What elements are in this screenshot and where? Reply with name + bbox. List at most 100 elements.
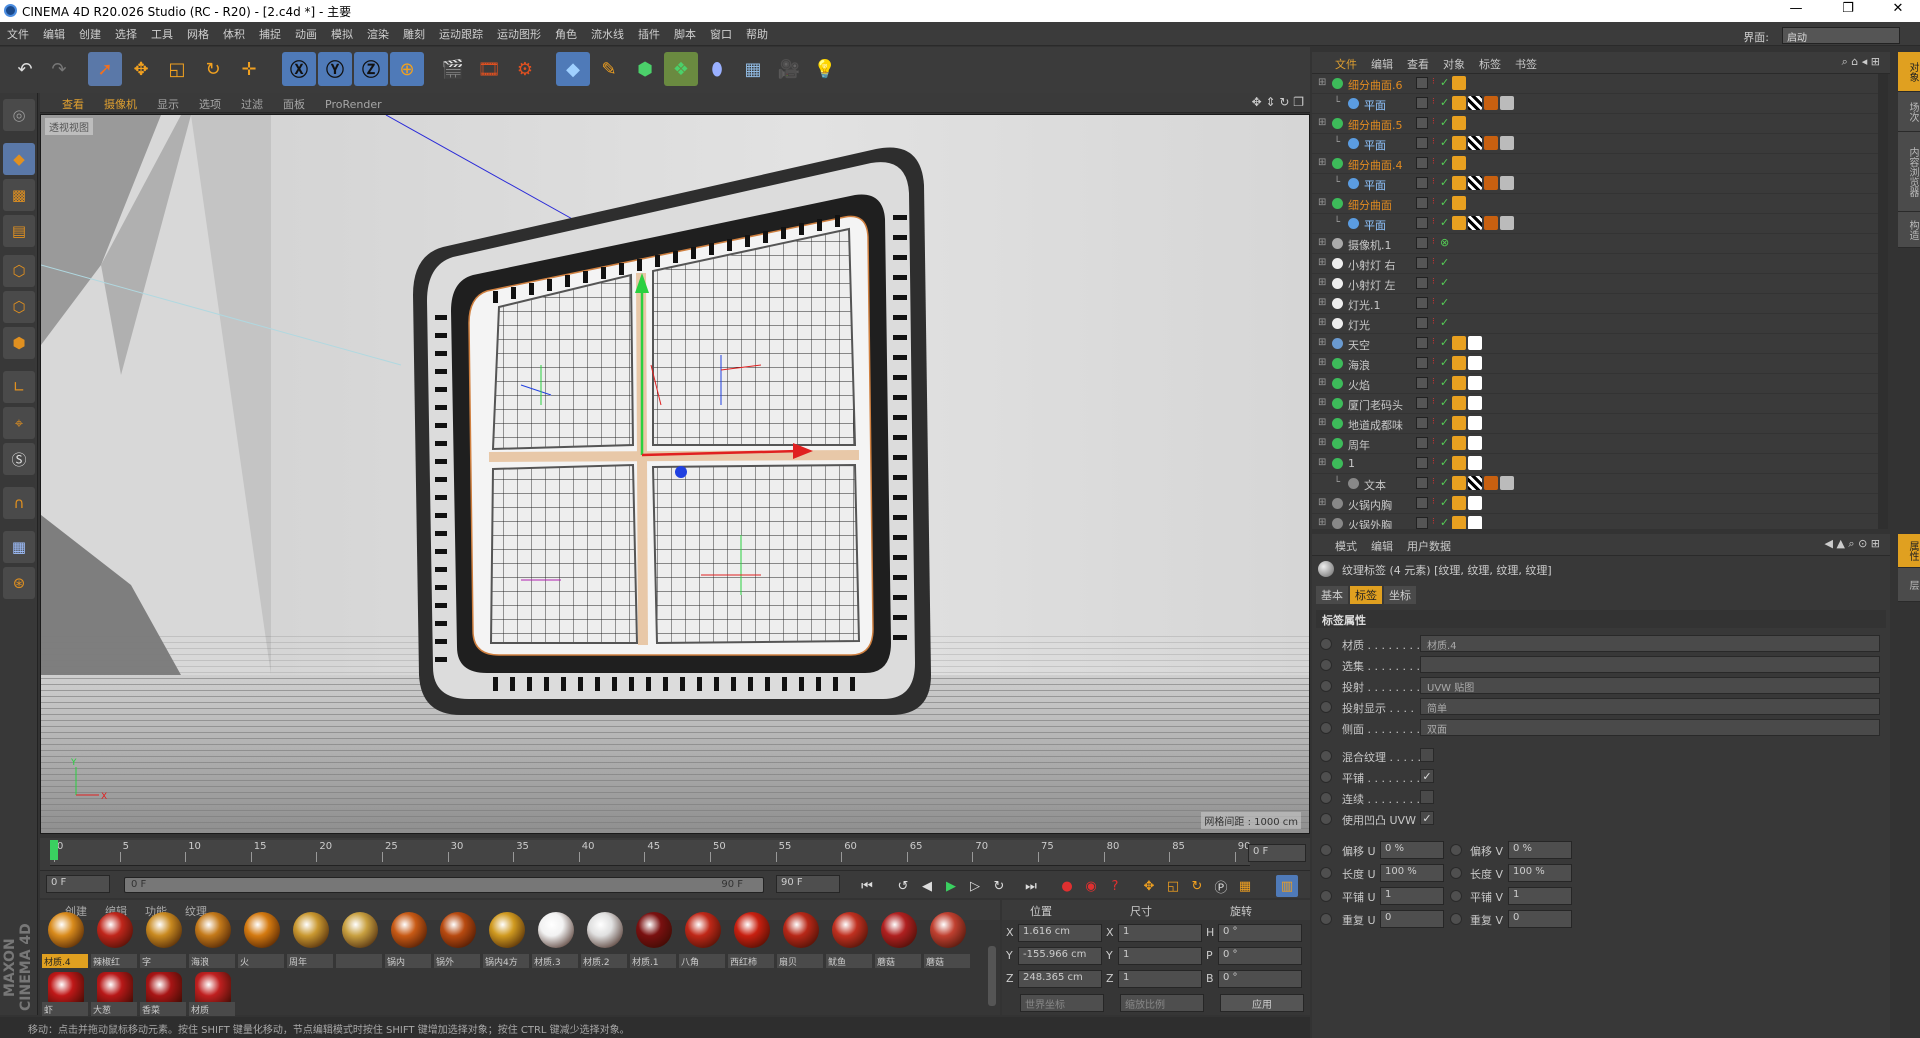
tag-icon[interactable] [1452,436,1466,450]
attribute-checkbox[interactable]: ✓ [1420,769,1434,783]
position-field[interactable]: -155.966 cm [1018,947,1102,965]
snap-icon[interactable]: Ⓢ [3,443,35,475]
object-menu-item[interactable]: 查看 [1400,52,1436,72]
visibility-switch-icon[interactable] [1416,97,1428,109]
uv-value-field[interactable]: 1 [1508,887,1572,905]
tag-icon[interactable] [1452,156,1466,170]
object-row[interactable]: └ 平面 ⁝ ✓ [1312,174,1878,194]
move-tool-icon[interactable]: ✥ [124,52,158,86]
record-parameter-icon[interactable]: Ⓟ [1210,875,1232,897]
object-row[interactable]: ⊞ 小射灯 左 ⁝ ✓ [1312,274,1878,294]
object-row[interactable]: ⊞ 厦门老码头 ⁝ ✓ [1312,394,1878,414]
close-button[interactable]: ✕ [1878,1,1918,16]
rotation-field[interactable]: 0 ° [1218,947,1302,965]
tag-icon[interactable] [1468,216,1482,230]
render-dots-icon[interactable]: ⁝ [1432,257,1435,267]
z-axis-lock-icon[interactable]: Ⓩ [354,52,388,86]
attribute-value-field[interactable]: 双面 [1420,719,1880,736]
animate-radio-icon[interactable] [1320,792,1332,804]
record-scale-icon[interactable]: ◱ [1162,875,1184,897]
viewport-menu-item[interactable]: ProRender [315,95,392,111]
tag-icon[interactable] [1452,336,1466,350]
tag-icon[interactable] [1468,176,1482,190]
perspective-viewport[interactable]: Y X 透视视图 网格间距 : 1000 cm [40,114,1310,834]
animate-radio-icon[interactable] [1320,771,1332,783]
enable-check-icon[interactable]: ⊗ [1440,236,1449,249]
cube-object-icon[interactable]: ◆ [556,52,590,86]
visibility-switch-icon[interactable] [1416,277,1428,289]
tag-icon[interactable] [1484,176,1498,190]
enable-check-icon[interactable]: ✓ [1440,456,1449,469]
visibility-switch-icon[interactable] [1416,417,1428,429]
enable-check-icon[interactable]: ✓ [1440,256,1449,269]
tag-icon[interactable] [1468,516,1482,529]
uv-value-field[interactable]: 100 % [1380,864,1444,882]
object-manager-icons[interactable]: ⌕ ⌂ ◂ ⊞ [1842,55,1880,69]
tag-icon[interactable] [1452,516,1466,529]
tag-icon[interactable] [1452,356,1466,370]
material-swatch[interactable]: 锅内4方 [483,912,529,968]
pen-spline-icon[interactable]: ✎ [592,52,626,86]
expand-toggle-icon[interactable]: ⊞ [1318,197,1326,208]
enable-check-icon[interactable]: ✓ [1440,476,1449,489]
tag-icon[interactable] [1468,456,1482,470]
enable-check-icon[interactable]: ✓ [1440,496,1449,509]
object-name[interactable]: 小射灯 左 [1348,277,1396,293]
polygons-mode-icon[interactable]: ⬢ [3,327,35,359]
material-swatch[interactable]: 材质.4 [42,912,88,968]
menu-item[interactable]: 网格 [180,22,216,42]
object-name[interactable]: 细分曲面.6 [1348,77,1403,93]
object-name[interactable]: 灯光 [1348,317,1370,333]
material-swatch[interactable]: 火 [238,912,284,968]
render-dots-icon[interactable]: ⁝ [1432,217,1435,227]
tag-icon[interactable] [1468,336,1482,350]
render-dots-icon[interactable]: ⁝ [1432,197,1435,207]
current-frame-field[interactable]: 0 F [1248,844,1306,862]
expand-toggle-icon[interactable]: ⊞ [1318,497,1326,508]
object-name[interactable]: 细分曲面 [1348,197,1392,213]
material-swatch[interactable]: 材质.2 [581,912,627,968]
interface-layout-select[interactable]: 启动 [1782,26,1900,44]
object-menu-item[interactable]: 标签 [1472,52,1508,72]
object-name[interactable]: 地道成都味 [1348,417,1403,433]
expand-toggle-icon[interactable]: ⊞ [1318,117,1326,128]
object-name[interactable]: 1 [1348,457,1355,470]
expand-toggle-icon[interactable]: ⊞ [1318,357,1326,368]
animate-radio-icon[interactable] [1320,701,1332,713]
material-swatch[interactable]: 锅外 [434,912,480,968]
attribute-value-field[interactable] [1420,656,1880,673]
visibility-switch-icon[interactable] [1416,397,1428,409]
y-axis-lock-icon[interactable]: Ⓨ [318,52,352,86]
object-row[interactable]: ⊞ 细分曲面 ⁝ ✓ [1312,194,1878,214]
attribute-tab[interactable]: 坐标 [1384,586,1416,604]
record-rotation-icon[interactable]: ↻ [1186,875,1208,897]
floor-environment-icon[interactable]: ▦ [736,52,770,86]
expand-toggle-icon[interactable]: └ [1334,477,1340,488]
uv-value-field[interactable]: 0 [1380,910,1444,928]
expand-toggle-icon[interactable]: ⊞ [1318,397,1326,408]
object-row[interactable]: ⊞ 1 ⁝ ✓ [1312,454,1878,474]
render-dots-icon[interactable]: ⁝ [1432,517,1435,527]
tag-icon[interactable] [1468,416,1482,430]
tag-icon[interactable] [1468,356,1482,370]
enable-check-icon[interactable]: ✓ [1440,216,1449,229]
visibility-switch-icon[interactable] [1416,177,1428,189]
object-row[interactable]: ⊞ 细分曲面.4 ⁝ ✓ [1312,154,1878,174]
expand-toggle-icon[interactable]: └ [1334,97,1340,108]
tag-icon[interactable] [1468,436,1482,450]
render-dots-icon[interactable]: ⁝ [1432,497,1435,507]
points-mode-icon[interactable]: ⬡ [3,255,35,287]
animate-radio-icon[interactable] [1450,844,1462,856]
render-view-icon[interactable]: 🎬 [436,52,470,86]
record-keys-icon[interactable]: ● [1056,875,1078,897]
start-frame-field[interactable]: 0 F [46,875,110,893]
make-editable-icon[interactable]: ◎ [3,99,35,131]
visibility-switch-icon[interactable] [1416,457,1428,469]
previous-key-icon[interactable]: ↺ [892,875,914,897]
object-menu-item[interactable]: 文件 [1328,52,1364,72]
render-dots-icon[interactable]: ⁝ [1432,277,1435,287]
visibility-switch-icon[interactable] [1416,157,1428,169]
material-swatch[interactable]: 辣椒红 [91,912,137,968]
apply-button[interactable]: 应用 [1220,994,1304,1012]
material-swatch[interactable]: 虾 [42,970,88,1016]
